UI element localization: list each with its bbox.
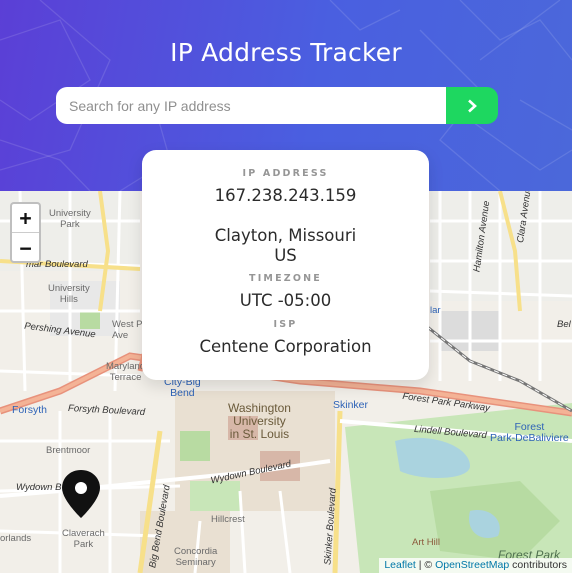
timezone-label: TIMEZONE — [249, 273, 322, 284]
zoom-in-button[interactable]: + — [12, 204, 39, 233]
label-orlands: orlands — [0, 533, 32, 544]
location-pin-icon[interactable] — [61, 469, 101, 519]
label-claverach: Claverach Park — [62, 528, 105, 550]
ip-address-label: IP ADDRESS — [242, 168, 329, 179]
location-country-value: US — [274, 246, 297, 265]
label-forest-park-debaliviere: Forest Park-DeBaliviere — [490, 421, 569, 444]
label-brentmoor: Brentmoor — [46, 445, 91, 456]
attribution-separator: | © — [415, 559, 436, 571]
label-concordia: Concordia Seminary — [174, 546, 218, 568]
label-hillcrest: Hillcrest — [211, 514, 245, 525]
zoom-out-button[interactable]: − — [12, 233, 39, 261]
ip-search-input[interactable] — [56, 87, 446, 124]
map-attribution: Leaflet | © OpenStreetMap contributors — [379, 558, 572, 573]
label-art-hill: Art Hill — [412, 537, 440, 548]
label-university-park: University Park — [49, 208, 91, 230]
label-maryland-terrace: Maryland Terrace — [106, 361, 146, 383]
chevron-right-icon — [468, 99, 477, 112]
page-title: IP Address Tracker — [170, 38, 402, 67]
timezone-value: UTC -05:00 — [239, 291, 332, 310]
label-lar: lar — [430, 305, 441, 316]
label-bel: Bel — [557, 319, 571, 330]
attribution-suffix: contributors — [509, 559, 567, 571]
isp-value: Centene Corporation — [199, 337, 372, 356]
search-bar — [56, 87, 498, 124]
zoom-control: + − — [10, 202, 41, 263]
label-washington-university: Washington University in St. Louis — [228, 401, 291, 441]
label-city-big-bend: City-Big Bend — [164, 376, 201, 399]
location-city-value: Clayton, Missouri — [214, 226, 357, 245]
ip-address-value: 167.238.243.159 — [214, 186, 357, 205]
ip-info-card: IP ADDRESS 167.238.243.159 Clayton, Miss… — [142, 150, 429, 380]
leaflet-link[interactable]: Leaflet — [384, 559, 416, 571]
label-west-pa: West P Ave — [112, 319, 143, 341]
label-wydown-left: Wydown B — [16, 482, 62, 493]
search-submit-button[interactable] — [446, 87, 498, 124]
label-forsyth: Forsyth — [12, 404, 48, 416]
label-university-hills: University Hills — [48, 283, 90, 305]
label-skinker: Skinker — [333, 399, 369, 411]
isp-label: ISP — [273, 319, 298, 330]
osm-link[interactable]: OpenStreetMap — [435, 559, 509, 571]
